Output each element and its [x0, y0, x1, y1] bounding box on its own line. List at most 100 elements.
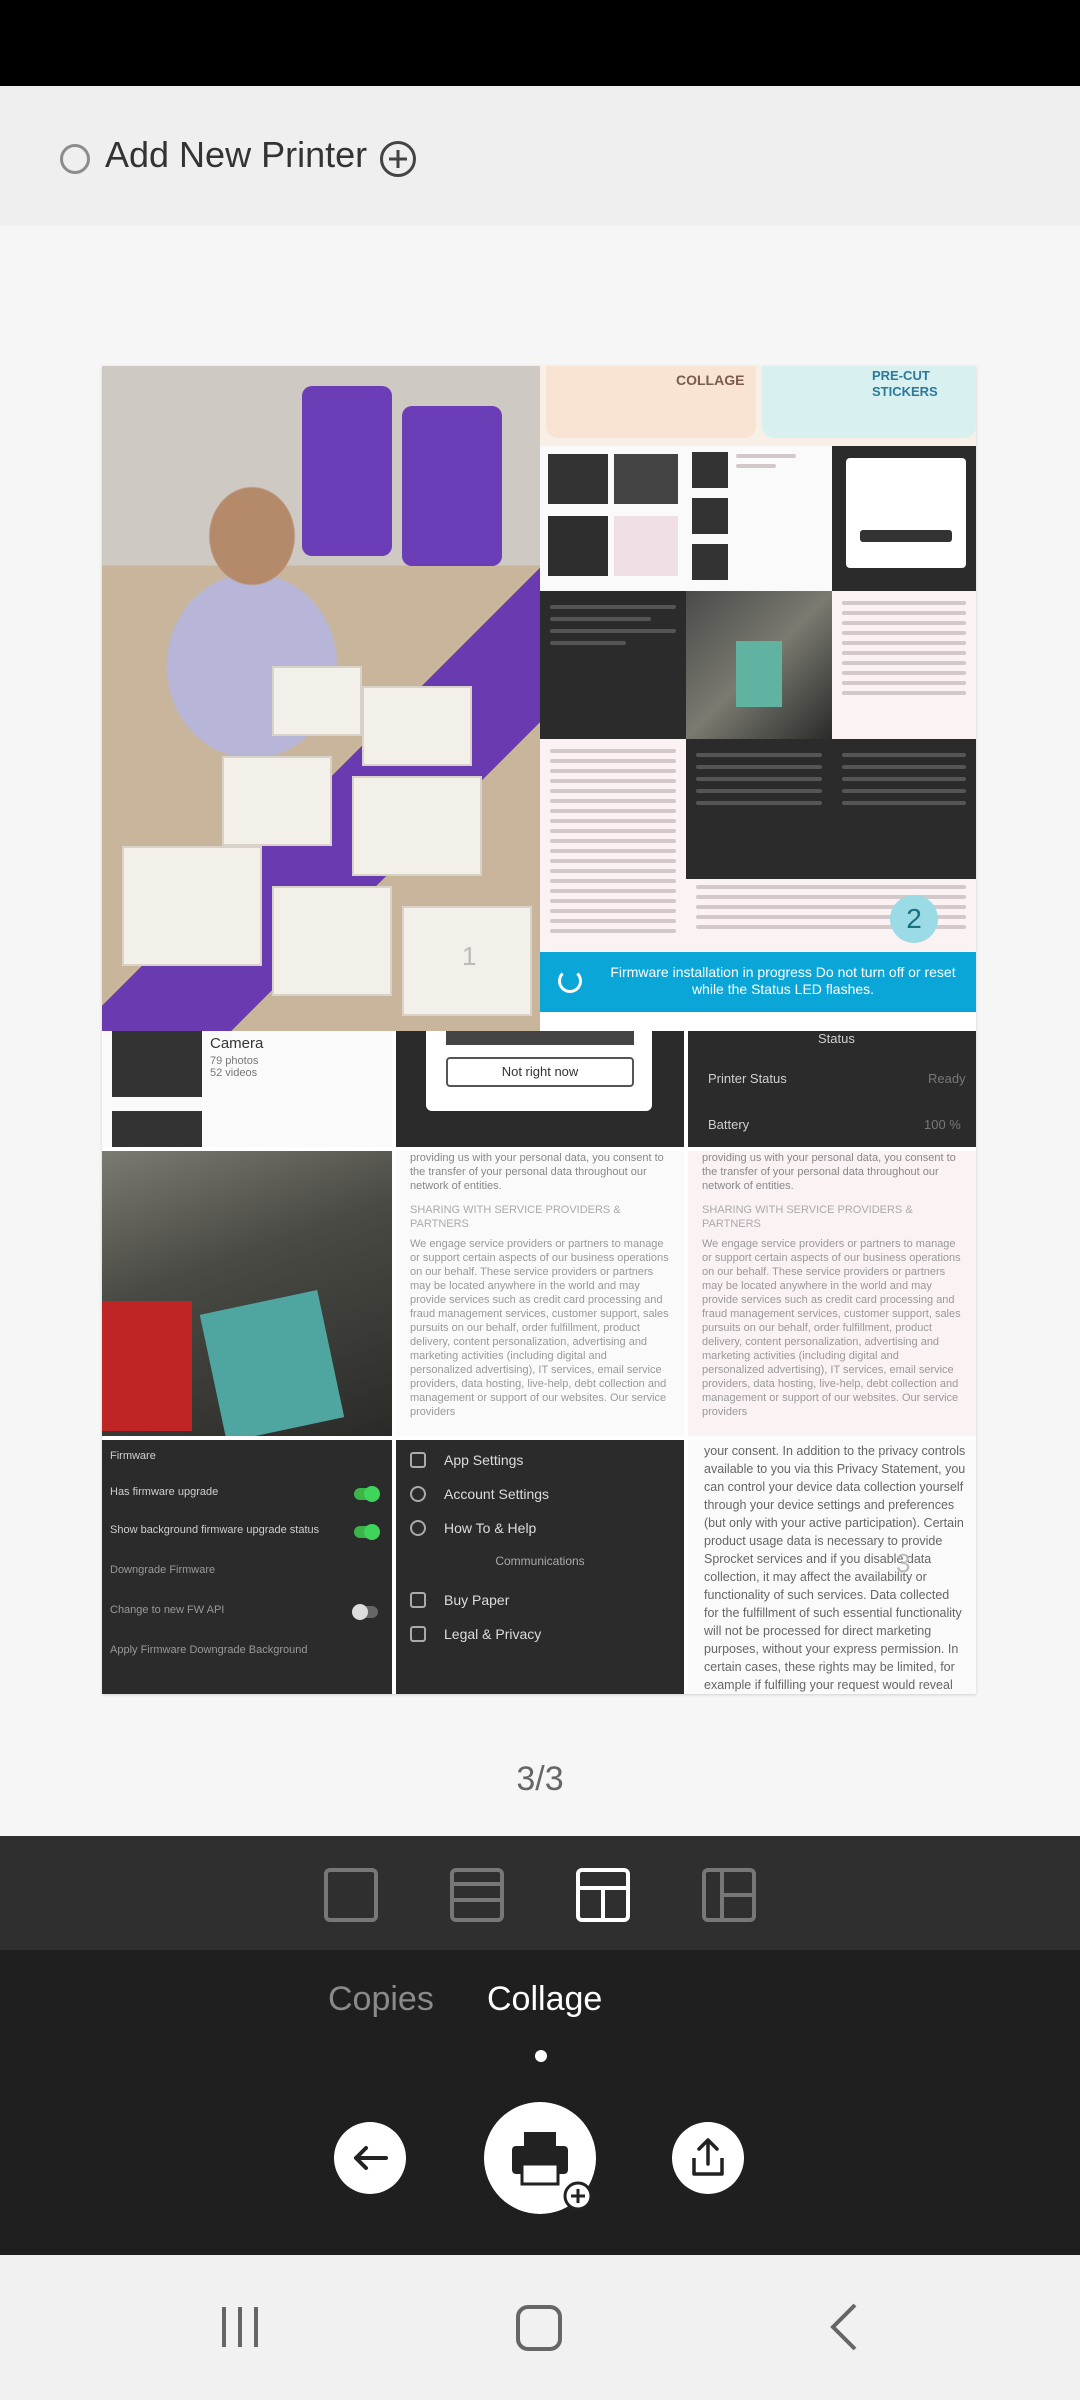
share-button[interactable]	[672, 2122, 744, 2194]
firmware-thumb	[686, 739, 832, 879]
printer-icon	[512, 2132, 593, 2211]
precut-chip-label: PRE-CUT STICKERS	[872, 368, 938, 399]
settings-icon	[410, 1452, 426, 1468]
privacy-body: We engage service providers or partners …	[410, 1238, 669, 1418]
home-icon[interactable]	[510, 2297, 570, 2357]
tab-copies[interactable]: Copies	[328, 1980, 434, 2019]
menu-item: Legal & Privacy	[444, 1626, 542, 1642]
firmware-banner-text: Firmware installation in progress Do not…	[610, 964, 956, 997]
screenshot-thumb	[540, 446, 686, 591]
privacy-heading: SHARING WITH SERVICE PROVIDERS & PARTNER…	[702, 1204, 913, 1230]
privacy-heading: SHARING WITH SERVICE PROVIDERS & PARTNER…	[410, 1204, 621, 1230]
purple-chair	[402, 406, 502, 566]
back-nav-icon[interactable]	[815, 2297, 875, 2357]
active-tab-dot	[535, 2050, 547, 2062]
status-title: Status	[818, 1031, 855, 1046]
firmware-title: Firmware	[110, 1450, 156, 1462]
printer-radio[interactable]	[60, 144, 90, 174]
firmware-banner: Firmware installation in progress Do not…	[540, 952, 976, 1012]
back-button[interactable]	[334, 2122, 406, 2194]
firmware-item: Apply Firmware Downgrade Background	[110, 1644, 308, 1656]
mail-icon	[410, 1592, 426, 1608]
precut-stickers-chip: PRE-CUT STICKERS	[762, 366, 976, 438]
privacy-thumb	[832, 591, 976, 739]
picture-card	[122, 846, 262, 966]
settings-thumb	[540, 591, 686, 739]
screenshot-thumb	[686, 446, 832, 591]
album-counts: 79 photos 52 videos	[210, 1055, 259, 1079]
system-nav-bar	[0, 2255, 1080, 2400]
status-row-value: 100 %	[924, 1117, 961, 1132]
picture-card	[272, 666, 362, 736]
firmware-item: Downgrade Firmware	[110, 1564, 216, 1576]
layout-three-icon[interactable]	[702, 1868, 756, 1922]
album-name: Camera	[210, 1035, 264, 1052]
firmware-item: Has firmware upgrade	[110, 1486, 219, 1498]
not-right-now-button: Not right now	[446, 1057, 634, 1087]
photo-tile: 1	[102, 366, 540, 1031]
tile-number: 1	[462, 941, 477, 971]
arrow-left-icon	[354, 2146, 388, 2170]
update-dialog-thumb: Not right now	[396, 1031, 684, 1147]
add-circle-icon[interactable]	[380, 141, 416, 177]
share-icon	[692, 2138, 724, 2176]
privacy-text-thumb: providing us with your personal data, yo…	[396, 1151, 684, 1436]
printer-selector[interactable]: Add New Printer	[0, 86, 1080, 226]
firmware-settings-thumb: Firmware Has firmware upgrade Show backg…	[102, 1440, 392, 1694]
photo-thumb	[686, 591, 832, 739]
privacy-text-thumb: providing us with your personal data, yo…	[688, 1151, 976, 1436]
progress-spinner-icon	[558, 969, 582, 993]
recent-apps-icon[interactable]	[210, 2297, 270, 2357]
update-dialog-thumb	[832, 446, 976, 591]
collage-preview[interactable]: 1 COLLAGE PRE-CUT STICKERS 2 Firmware in…	[102, 366, 976, 1694]
privacy-intro: providing us with your personal data, yo…	[702, 1152, 956, 1192]
status-row-label: Battery	[708, 1117, 750, 1132]
layout-single-icon[interactable]	[324, 1868, 378, 1922]
menu-item: Account Settings	[444, 1486, 550, 1502]
privacy-intro: providing us with your personal data, yo…	[410, 1152, 664, 1192]
picture-card	[352, 776, 482, 876]
picture-card	[362, 686, 472, 766]
collage-chip: COLLAGE	[546, 366, 756, 438]
help-icon	[410, 1520, 426, 1536]
print-button[interactable]	[484, 2102, 596, 2214]
toggle-on	[354, 1486, 380, 1502]
layout-split-icon[interactable]	[450, 1868, 504, 1922]
privacy-consent: your consent. In addition to the privacy…	[704, 1444, 966, 1692]
firmware-item: Show background firmware upgrade status	[110, 1524, 320, 1536]
menu-section: Communications	[495, 1554, 585, 1568]
privacy-body: We engage service providers or partners …	[702, 1238, 961, 1418]
legal-icon	[410, 1626, 426, 1642]
photo-thumb	[102, 1151, 392, 1436]
purple-chair	[302, 386, 392, 556]
collage-chip-label: COLLAGE	[676, 372, 745, 388]
status-row-label: Printer Status	[708, 1071, 787, 1086]
menu-item: How To & Help	[444, 1520, 537, 1536]
gallery-thumb: Camera 79 photos 52 videos	[102, 1031, 392, 1147]
layout-selector	[0, 1836, 1080, 1950]
tab-collage[interactable]: Collage	[487, 1980, 602, 2019]
status-bar	[0, 0, 1080, 86]
add-printer-label[interactable]: Add New Printer	[105, 134, 367, 176]
status-thumb: Status Printer Status Ready Battery 100 …	[688, 1031, 976, 1147]
picture-card	[272, 886, 392, 996]
account-icon	[410, 1486, 426, 1502]
toggle-on	[354, 1524, 380, 1540]
toggle-off	[352, 1604, 378, 1620]
layout-grid-icon[interactable]	[576, 1868, 630, 1922]
privacy-thumb	[540, 739, 686, 952]
menu-item: App Settings	[444, 1452, 524, 1468]
tile-number: 3	[896, 1548, 911, 1578]
privacy-text-thumb: your consent. In addition to the privacy…	[688, 1440, 976, 1694]
status-row-value: Ready	[928, 1071, 966, 1086]
firmware-item: Change to new FW API	[110, 1604, 225, 1616]
settings-menu-thumb: App Settings Account Settings How To & H…	[396, 1440, 684, 1694]
picture-card	[222, 756, 332, 846]
menu-item: Buy Paper	[444, 1592, 510, 1608]
page-indicator: 3/3	[516, 1760, 564, 1798]
bottom-panel: Copies Collage	[0, 1950, 1080, 2255]
menu-thumb	[832, 739, 976, 879]
tile-number-badge: 2	[890, 895, 938, 943]
privacy-thumb: 2	[686, 879, 976, 952]
sticker-options-strip: COLLAGE PRE-CUT STICKERS	[540, 366, 976, 446]
